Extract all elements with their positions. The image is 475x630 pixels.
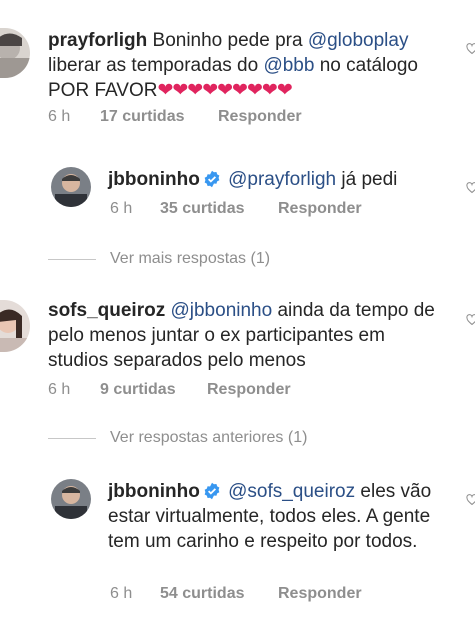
comment-time: 6 h: [48, 381, 71, 398]
comment-text: sofs_queiroz @jbboninho ainda da tempo d…: [48, 298, 448, 373]
heart-icon[interactable]: [466, 314, 475, 326]
verified-badge-icon: [204, 170, 220, 188]
comment-time: 6 h: [48, 108, 71, 125]
mention-link[interactable]: @globoplay: [308, 30, 409, 51]
reply-button[interactable]: Responder: [207, 381, 291, 399]
reply-button[interactable]: Responder: [278, 200, 362, 218]
verified-badge-icon: [204, 482, 220, 500]
reply-button[interactable]: Responder: [278, 585, 362, 603]
comment-body: liberar as temporadas do: [48, 55, 264, 76]
comment-meta: 6 h: [48, 108, 70, 126]
comment-username[interactable]: jbboninho: [108, 169, 200, 190]
avatar[interactable]: [0, 300, 30, 352]
likes-count[interactable]: 17 curtidas: [100, 108, 184, 126]
comment-body: já pedi: [336, 169, 398, 190]
likes-count[interactable]: 54 curtidas: [160, 585, 244, 603]
divider: [48, 438, 96, 439]
mention-link[interactable]: @sofs_queiroz: [228, 481, 355, 502]
divider: [48, 259, 96, 260]
avatar[interactable]: [51, 167, 91, 207]
comment-body: Boninho pede pra: [152, 30, 308, 51]
comment-time: 6 h: [110, 585, 133, 602]
heart-icon[interactable]: [466, 182, 475, 194]
heart-icon[interactable]: [466, 43, 475, 55]
heart-emojis: ❤❤❤❤❤❤❤❤❤: [157, 80, 292, 101]
reply-button[interactable]: Responder: [218, 108, 302, 126]
comment-username[interactable]: prayforligh: [48, 30, 147, 51]
avatar[interactable]: [0, 28, 30, 78]
comment-time: 6 h: [110, 200, 133, 217]
view-previous-replies[interactable]: Ver respostas anteriores (1): [110, 429, 307, 447]
heart-icon[interactable]: [466, 494, 475, 506]
comment-text: prayforligh Boninho pede pra @globoplay …: [48, 28, 448, 103]
comment-text: jbboninho @sofs_queiroz eles vão estar v…: [108, 479, 458, 554]
comment-username[interactable]: jbboninho: [108, 481, 200, 502]
mention-link[interactable]: @prayforligh: [228, 169, 336, 190]
comment-username[interactable]: sofs_queiroz: [48, 300, 165, 321]
view-more-replies[interactable]: Ver mais respostas (1): [110, 250, 270, 268]
mention-link[interactable]: @jbboninho: [170, 300, 272, 321]
mention-link[interactable]: @bbb: [263, 55, 314, 76]
likes-count[interactable]: 35 curtidas: [160, 200, 244, 218]
avatar[interactable]: [51, 479, 91, 519]
comment-text: jbboninho @prayforligh já pedi: [108, 167, 448, 192]
likes-count[interactable]: 9 curtidas: [100, 381, 176, 399]
